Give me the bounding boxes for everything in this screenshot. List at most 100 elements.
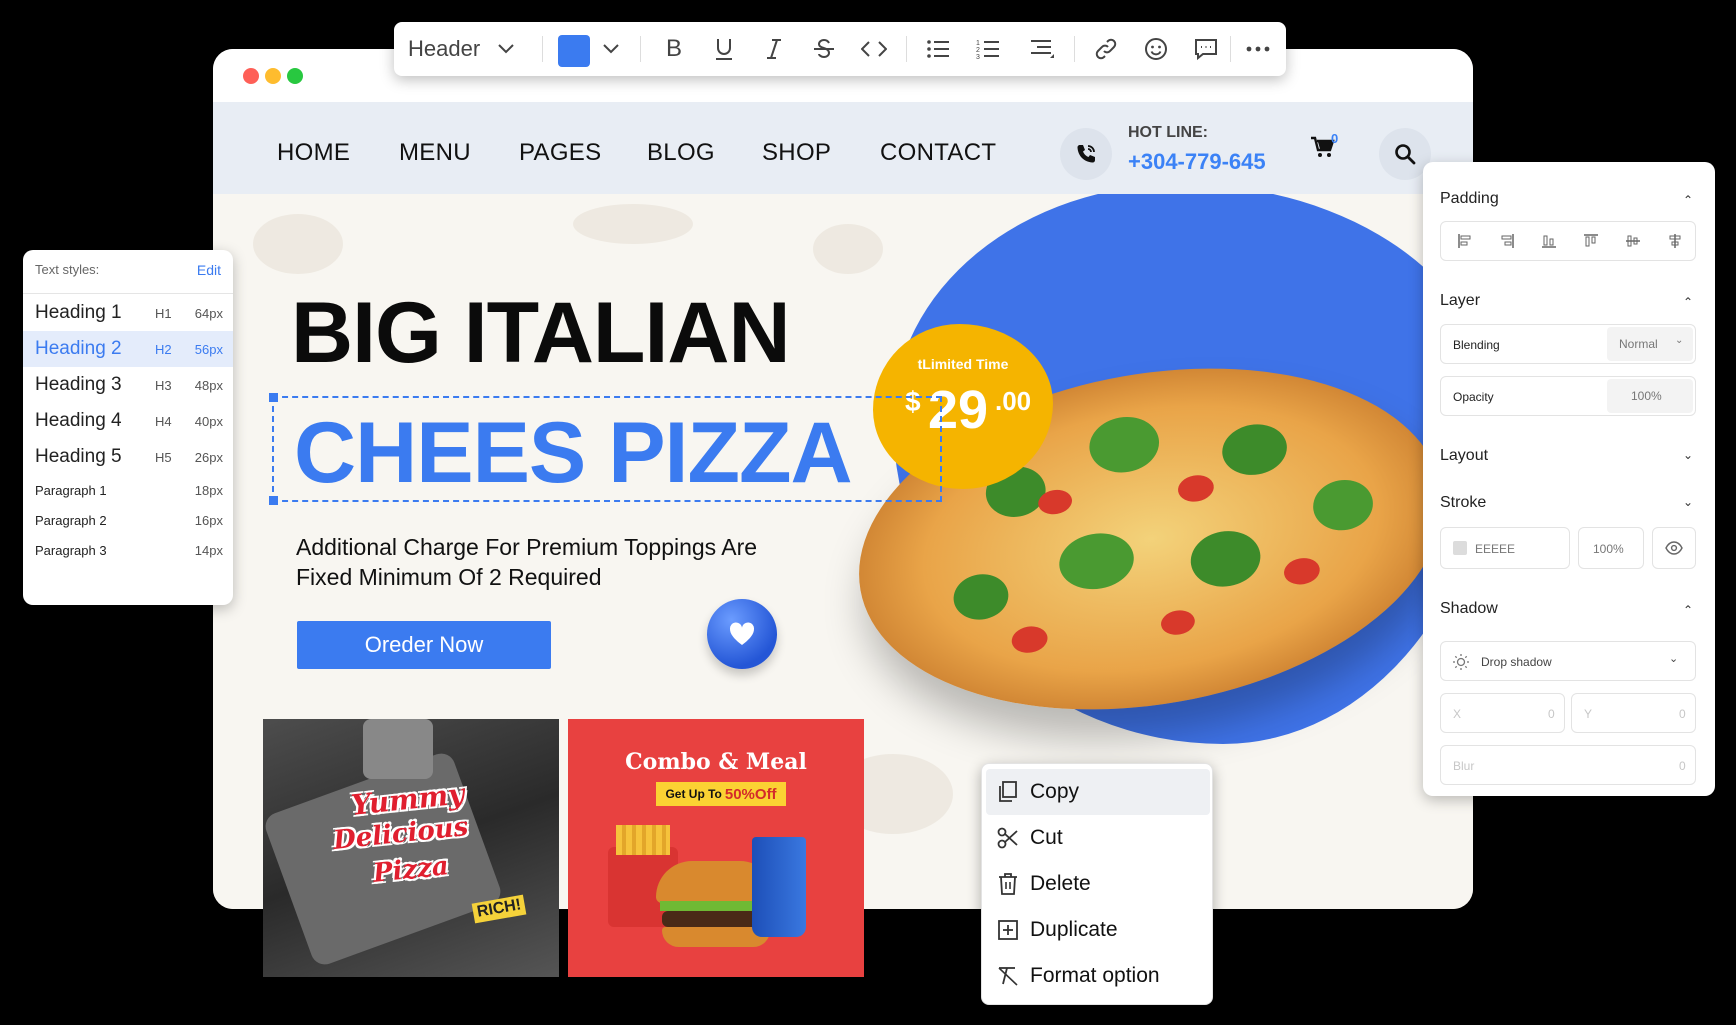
nav-shop[interactable]: SHOP	[762, 139, 831, 167]
hotline-number[interactable]: +304-779-645	[1128, 149, 1266, 175]
shadow-blur-field[interactable]: Blur 0	[1440, 745, 1696, 785]
bold-icon[interactable]: B	[652, 22, 696, 76]
hotline-label: HOT LINE:	[1128, 124, 1208, 141]
stroke-opacity-field[interactable]: 100%	[1578, 527, 1644, 569]
align-icon[interactable]	[1020, 22, 1064, 76]
nav-menu[interactable]: MENU	[399, 139, 471, 167]
chevron-down-icon: ⌄	[1669, 653, 1679, 665]
cart-icon[interactable]	[1310, 136, 1344, 166]
text-style-size: 16px	[194, 512, 223, 528]
text-style-row[interactable]: Heading 1 H1 64px	[23, 295, 233, 331]
stroke-color-value: EEEEE	[1475, 542, 1516, 556]
combo-title: Combo & Meal	[625, 749, 807, 775]
order-now-button[interactable]: Oreder Now	[297, 621, 551, 669]
context-format-option[interactable]: Format option	[986, 953, 1210, 999]
shadow-type-select[interactable]: Drop shadow ⌄	[1440, 641, 1696, 681]
block-style-select[interactable]: Header	[408, 22, 528, 76]
text-style-name: Heading 1	[35, 302, 122, 323]
nav-blog[interactable]: BLOG	[647, 139, 715, 167]
link-icon[interactable]	[1084, 22, 1128, 76]
context-duplicate[interactable]: Duplicate	[986, 907, 1210, 953]
text-style-tag: H3	[155, 377, 172, 393]
chevron-down-icon[interactable]: ⌄	[1683, 495, 1693, 509]
tomato-topping	[1281, 555, 1322, 588]
context-menu: Copy Cut Delete Duplicate Format option	[981, 763, 1213, 1005]
chevron-up-icon[interactable]: ⌃	[1683, 193, 1693, 207]
text-style-row[interactable]: Heading 4 H4 40px	[23, 403, 233, 439]
toolbar-divider	[906, 36, 907, 62]
phone-icon[interactable]	[1060, 128, 1112, 180]
padding-align-group	[1440, 221, 1696, 261]
text-style-row[interactable]: Heading 5 H5 26px	[23, 439, 233, 475]
combo-discount-ribbon: Get Up To 50%Off	[656, 782, 786, 806]
combo-meal-card[interactable]: Combo & Meal Get Up To 50%Off	[568, 719, 864, 977]
align-right-icon[interactable]	[1487, 222, 1527, 260]
opacity-input[interactable]: 100%	[1607, 379, 1693, 413]
text-style-size: 64px	[194, 305, 223, 321]
nav-home[interactable]: HOME	[277, 139, 350, 167]
shadow-x-field[interactable]: X 0	[1440, 693, 1565, 733]
comment-icon[interactable]	[1184, 22, 1228, 76]
stroke-color-field[interactable]: EEEEE	[1440, 527, 1570, 569]
emoji-icon[interactable]	[1134, 22, 1178, 76]
trash-icon	[986, 873, 1030, 895]
minimize-window-dot[interactable]	[265, 68, 281, 84]
blending-field[interactable]: Blending Normal ⌄	[1440, 324, 1696, 364]
blending-select[interactable]: Normal ⌄	[1607, 327, 1693, 361]
more-icon[interactable]	[1236, 22, 1280, 76]
cart-count-badge: 0	[1331, 131, 1339, 146]
chevron-down-icon[interactable]: ⌄	[1683, 448, 1693, 462]
text-style-row[interactable]: Paragraph 1 18px	[23, 475, 233, 505]
hero-title-line2[interactable]: CHEES PIZZA	[294, 404, 853, 503]
context-copy[interactable]: Copy	[986, 769, 1210, 815]
context-delete[interactable]: Delete	[986, 861, 1210, 907]
yummy-pizza-card[interactable]: Yummy Delicious Pizza RICH!	[263, 719, 559, 977]
svg-text:2: 2	[976, 47, 980, 54]
bullet-list-icon[interactable]	[916, 22, 960, 76]
text-style-name: Paragraph 1	[35, 482, 107, 498]
align-horizontal-center-icon[interactable]	[1655, 222, 1695, 260]
nav-pages[interactable]: PAGES	[519, 139, 601, 167]
selection-handle[interactable]	[269, 496, 278, 505]
tomato-topping	[1175, 472, 1216, 505]
opacity-field[interactable]: Opacity 100%	[1440, 376, 1696, 416]
soda-cup-image	[752, 837, 806, 937]
text-style-row[interactable]: Paragraph 3 14px	[23, 535, 233, 565]
chevron-up-icon[interactable]: ⌃	[1683, 603, 1693, 617]
hero-title-line1: BIG ITALIAN	[291, 285, 791, 381]
background-splat	[573, 204, 693, 244]
chevron-up-icon[interactable]: ⌃	[1683, 295, 1693, 309]
heart-icon[interactable]	[707, 599, 777, 669]
nav-contact[interactable]: CONTACT	[880, 139, 996, 167]
text-style-row[interactable]: Heading 2 H2 56px	[23, 331, 233, 367]
text-styles-edit-link[interactable]: Edit	[197, 262, 221, 278]
text-styles-panel: Text styles: Edit Heading 1 H1 64px Heading…	[23, 250, 233, 605]
text-editor-toolbar: Header B 123	[394, 22, 1286, 76]
color-dropdown[interactable]	[596, 22, 626, 76]
align-top-icon[interactable]	[1571, 222, 1611, 260]
text-style-name: Heading 4	[35, 410, 122, 431]
align-bottom-icon[interactable]	[1529, 222, 1569, 260]
shadow-y-label: Y	[1584, 707, 1593, 721]
italic-icon[interactable]	[752, 22, 796, 76]
chevron-down-icon	[498, 44, 514, 54]
tomato-topping	[1159, 607, 1197, 638]
shadow-y-field[interactable]: Y 0	[1571, 693, 1696, 733]
text-color-swatch[interactable]	[558, 35, 590, 67]
eye-icon[interactable]	[1652, 527, 1696, 569]
code-icon[interactable]	[852, 22, 896, 76]
context-cut[interactable]: Cut	[986, 815, 1210, 861]
hero-description: Additional Charge For Premium Toppings A…	[296, 534, 758, 590]
toolbar-divider	[1230, 36, 1231, 62]
text-style-row[interactable]: Heading 3 H3 48px	[23, 367, 233, 403]
text-style-row[interactable]: Paragraph 2 16px	[23, 505, 233, 535]
svg-text:3: 3	[976, 54, 980, 60]
close-window-dot[interactable]	[243, 68, 259, 84]
align-vertical-center-icon[interactable]	[1613, 222, 1653, 260]
strikethrough-icon[interactable]	[802, 22, 846, 76]
maximize-window-dot[interactable]	[287, 68, 303, 84]
numbered-list-icon[interactable]: 123	[966, 22, 1010, 76]
underline-icon[interactable]	[702, 22, 746, 76]
selection-handle[interactable]	[269, 393, 278, 402]
align-left-icon[interactable]	[1445, 222, 1485, 260]
